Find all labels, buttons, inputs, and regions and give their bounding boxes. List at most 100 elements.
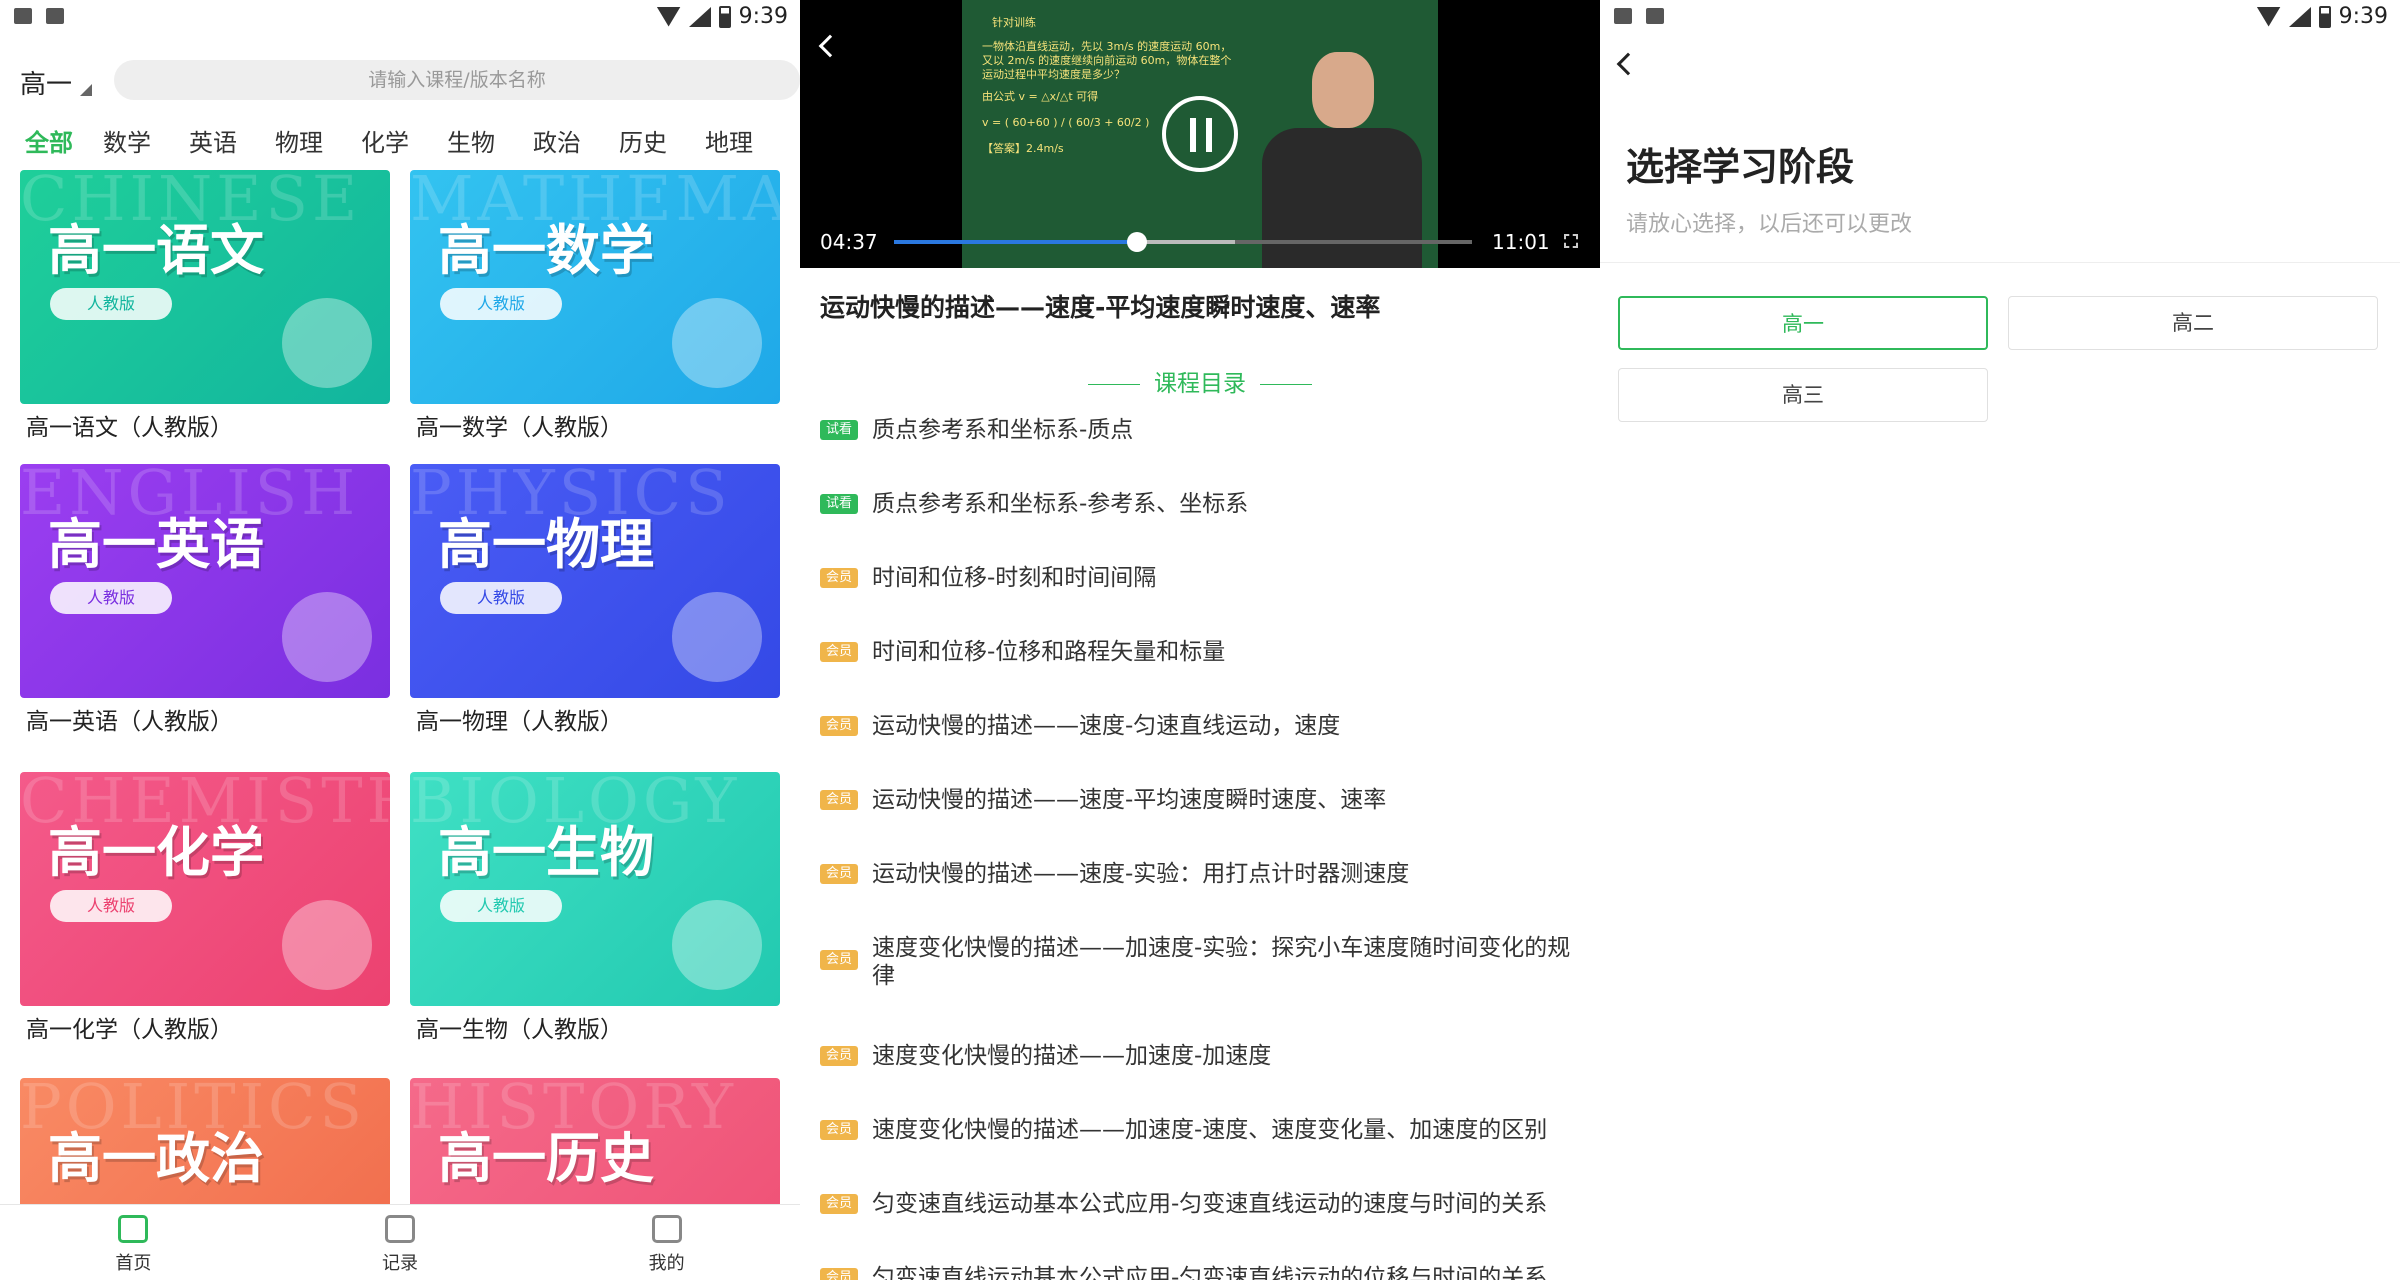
lesson-badge: 试看 [820, 494, 858, 514]
grade-dropdown-icon[interactable] [80, 84, 92, 96]
signal-icon [2288, 6, 2311, 27]
edition-badge: 人教版 [440, 890, 562, 922]
course-home-screen: 9:39 高一 请输入课程/版本名称 全部 数学 英语 物理 化学 生物 政治 历史 地理 CH… [0, 0, 800, 1280]
lesson-badge: 会员 [820, 1268, 858, 1280]
subject-tab-2[interactable]: 英语 [170, 126, 256, 170]
lesson-title: 时间和位移-时刻和时间间隔 [872, 565, 1157, 591]
lesson-badge: 试看 [820, 420, 858, 440]
board-text-line: 由公式 v = △x/△t 可得 [982, 90, 1099, 103]
subject-tab-5[interactable]: 生物 [428, 126, 514, 170]
course-card[interactable]: POLITICS 高一政治 [20, 1078, 390, 1204]
app-notification-icon [46, 8, 64, 24]
lesson-title: 质点参考系和坐标系-质点 [872, 417, 1134, 443]
progress-fill [894, 240, 1137, 244]
status-time: 9:39 [738, 4, 788, 29]
lesson-badge: 会员 [820, 790, 858, 810]
card-title: 高一数学 [438, 219, 654, 282]
nav-item-1[interactable]: 记录 [267, 1205, 534, 1280]
lesson-title: 运动快慢的描述——速度-匀速直线运动，速度 [872, 713, 1341, 739]
edition-badge: 人教版 [50, 582, 172, 614]
nav-item-0[interactable]: 首页 [0, 1205, 267, 1280]
microscope-icon [672, 900, 762, 990]
nav-label: 首页 [115, 1253, 152, 1274]
lesson-title: 匀变速直线运动基本公式应用-匀变速直线运动的速度与时间的关系 [872, 1191, 1548, 1217]
lesson-title: 运动快慢的描述——速度-平均速度瞬时速度、速率 [820, 293, 1381, 322]
subject-tab-0[interactable]: 全部 [14, 126, 84, 170]
video-player[interactable]: 针对训练 一物体沿直线运动，先以 3m/s 的速度运动 60m， 又以 2m/s 的… [800, 0, 1600, 268]
back-icon[interactable] [818, 34, 842, 58]
course-caption[interactable]: 高一化学（人教版） [26, 1010, 233, 1044]
robot-icon [282, 900, 372, 990]
lesson-title: 速度变化快慢的描述——加速度-速度、速度变化量、加速度的区别 [872, 1117, 1548, 1143]
lesson-title: 质点参考系和坐标系-参考系、坐标系 [872, 491, 1249, 517]
status-time: 9:39 [2338, 4, 2388, 29]
lesson-badge: 会员 [820, 1120, 858, 1140]
gallery-notification-icon [1614, 8, 1632, 24]
calendar-math-icon [672, 298, 762, 388]
board-text-line: 针对训练 [992, 16, 1036, 29]
course-caption[interactable]: 高一英语（人教版） [26, 702, 233, 736]
edition-badge: 人教版 [50, 890, 172, 922]
lesson-badge: 会员 [820, 716, 858, 736]
battery-icon [718, 5, 731, 28]
course-card[interactable]: BIOLOGY 高一生物 人教版 [410, 772, 780, 1006]
current-time: 04:37 [820, 230, 878, 254]
subject-tab-6[interactable]: 政治 [514, 126, 600, 170]
course-caption[interactable]: 高一数学（人教版） [416, 408, 623, 442]
course-card[interactable]: MATHEMATICS高一数学人教版 [410, 170, 780, 404]
course-grid: CHINESE高一语文人教版高一语文（人教版） MATHEMATICS高一数学人教… [0, 170, 800, 1204]
subject-tab-4[interactable]: 化学 [342, 126, 428, 170]
subject-tab-3[interactable]: 物理 [256, 126, 342, 170]
battery-icon [2318, 5, 2331, 28]
card-title: 高一物理 [438, 513, 654, 576]
course-card[interactable]: CHINESE 高一语文 人教版 [20, 170, 390, 404]
course-caption[interactable]: 高一生物（人教版） [416, 1010, 623, 1044]
edition-badge: 人教版 [440, 582, 562, 614]
lesson-badge: 会员 [820, 950, 858, 970]
card-title: 高一语文 [48, 219, 264, 282]
catalog-heading: 课程目录 [800, 364, 1600, 398]
lesson-badge: 会员 [820, 864, 858, 884]
course-caption[interactable]: 高一语文（人教版） [26, 408, 233, 442]
fullscreen-icon[interactable] [1564, 234, 1578, 248]
pause-button[interactable] [1162, 96, 1238, 172]
course-caption[interactable]: 高一物理（人教版） [416, 702, 623, 736]
card-title: 高一历史 [438, 1127, 654, 1190]
subject-tab-7[interactable]: 历史 [600, 126, 686, 170]
course-card[interactable]: CHEMISTRY高一化学人教版 [20, 772, 390, 1006]
grade-selector[interactable]: 高一 [20, 64, 72, 101]
lesson-badge: 会员 [820, 1194, 858, 1214]
card-title: 高一英语 [48, 513, 264, 576]
stage-option[interactable]: 高二 [2008, 296, 2378, 350]
status-bar: 9:39 [0, 0, 800, 34]
profile-icon [651, 1215, 682, 1243]
star-book-icon [282, 298, 372, 388]
card-title: 高一生物 [438, 821, 654, 884]
lesson-title: 运动快慢的描述——速度-平均速度瞬时速度、速率 [872, 787, 1387, 813]
course-card[interactable]: ENGLISH 高一英语 人教版 [20, 464, 390, 698]
status-bar: 9:39 [1600, 0, 2400, 34]
stage-select-screen: 9:39 选择学习阶段 请放心选择，以后还可以更改 高一 高二 高三 [1600, 0, 2400, 1280]
bottom-navigation: 首页 记录 我的 [0, 1204, 800, 1280]
search-input[interactable]: 请输入课程/版本名称 [114, 60, 800, 100]
course-card[interactable]: HISTORY 高一历史 [410, 1078, 780, 1204]
nav-label: 我的 [648, 1253, 685, 1274]
progress-bar[interactable] [894, 232, 1472, 252]
divider [1600, 262, 2400, 263]
abc-blocks-icon [282, 592, 372, 682]
back-icon[interactable] [1616, 52, 1640, 76]
nav-item-2[interactable]: 我的 [533, 1205, 800, 1280]
lesson-badge: 会员 [820, 1046, 858, 1066]
subject-tab-8[interactable]: 地理 [686, 126, 772, 170]
course-card[interactable]: PHYSICS 高一物理 人教版 [410, 464, 780, 698]
nav-label: 记录 [382, 1253, 418, 1274]
stage-option[interactable]: 高一 [1618, 296, 1988, 350]
total-time: 11:01 [1492, 230, 1550, 254]
subject-tab-bar: 全部 数学 英语 物理 化学 生物 政治 历史 地理 [0, 126, 800, 170]
progress-handle[interactable] [1126, 232, 1147, 252]
stage-option[interactable]: 高三 [1618, 368, 1988, 422]
lesson-title: 时间和位移-位移和路程矢量和标量 [872, 639, 1226, 665]
wifi-icon [656, 6, 681, 27]
magnet-icon [672, 592, 762, 682]
subject-tab-1[interactable]: 数学 [84, 126, 170, 170]
